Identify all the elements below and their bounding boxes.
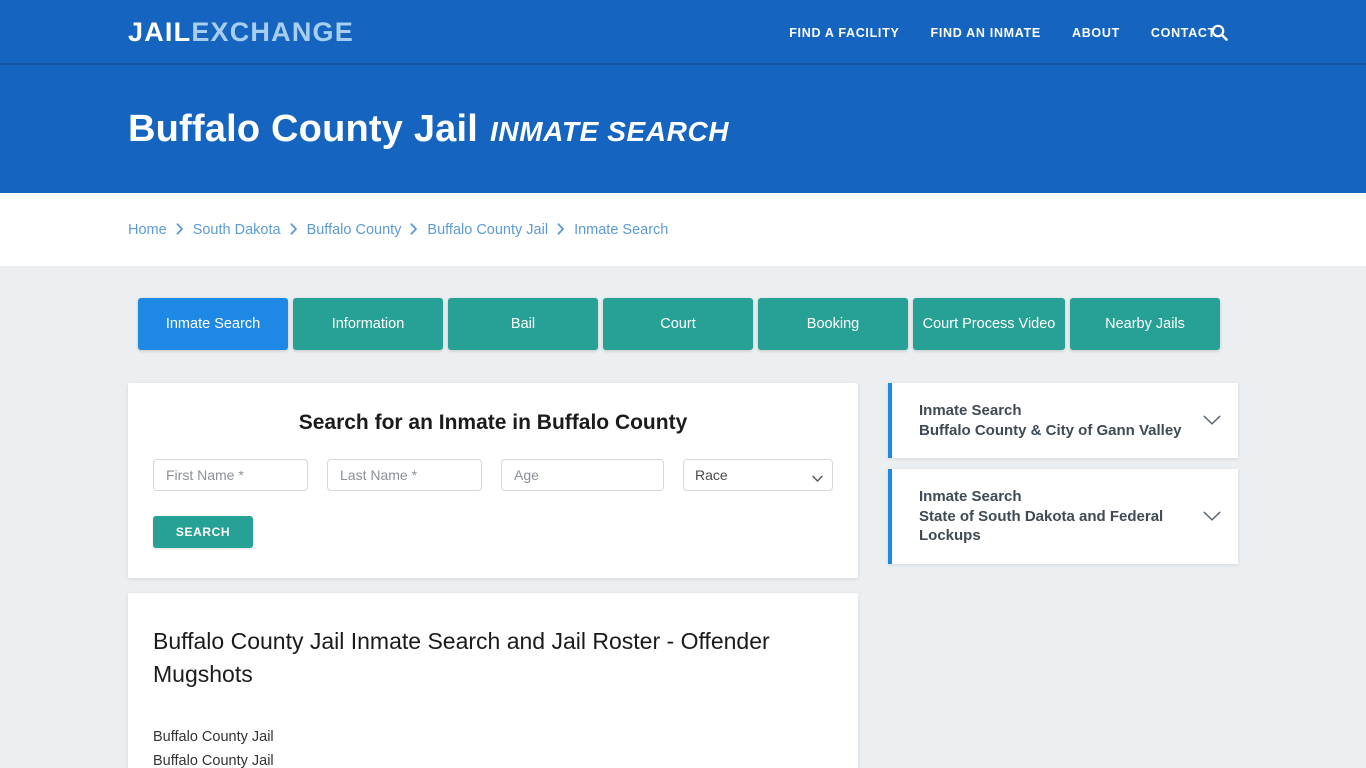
page-body: Inmate Search Information Bail Court Boo… <box>0 266 1366 768</box>
first-name-input[interactable] <box>153 459 308 491</box>
tab-court[interactable]: Court <box>603 298 753 350</box>
nav-item-about[interactable]: ABOUT <box>1072 26 1120 40</box>
inmate-search-card: Search for an Inmate in Buffalo County R… <box>128 383 858 578</box>
tab-court-process-video[interactable]: Court Process Video <box>913 298 1065 350</box>
chevron-right-icon <box>176 222 184 235</box>
accordion-inmate-search-state[interactable]: Inmate Search State of South Dakota and … <box>888 469 1238 564</box>
accordion-subtitle-county: Buffalo County & City of Gann Valley <box>919 421 1182 439</box>
page-subtitle: INMATE SEARCH <box>490 115 730 147</box>
search-form-heading: Search for an Inmate in Buffalo County <box>298 411 688 434</box>
tab-booking[interactable]: Booking <box>758 298 908 350</box>
article-title: Buffalo County Jail Inmate Search and Ja… <box>153 628 770 687</box>
age-input[interactable] <box>501 459 664 491</box>
breadcrumb-item-buffalo-county-jail[interactable]: Buffalo County Jail <box>427 222 548 238</box>
accordion-inmate-search-county[interactable]: Inmate Search Buffalo County & City of G… <box>888 383 1238 458</box>
page-title: Buffalo County Jail <box>128 107 479 150</box>
accordion-subtitle-state: State of South Dakota and Federal Lockup… <box>919 507 1164 545</box>
nav-item-find-a-facility[interactable]: FIND A FACILITY <box>789 26 899 40</box>
logo-text-secondary: EXCHANGE <box>191 17 354 47</box>
main-content-column: Search for an Inmate in Buffalo County R… <box>128 383 858 768</box>
chevron-right-icon <box>410 222 418 235</box>
chevron-down-icon[interactable] <box>1202 506 1222 526</box>
page-hero-banner: Buffalo County Jail INMATE SEARCH <box>0 65 1366 193</box>
accordion-label-county: Inmate Search Buffalo County & City of G… <box>919 401 1202 440</box>
chevron-right-icon <box>290 222 298 235</box>
tab-bail[interactable]: Bail <box>448 298 598 350</box>
article-line-1: Buffalo County Jail <box>153 729 274 746</box>
nav-item-contact[interactable]: CONTACT <box>1151 26 1216 40</box>
breadcrumb-item-south-dakota[interactable]: South Dakota <box>193 222 281 238</box>
breadcrumb-item-home[interactable]: Home <box>128 222 167 238</box>
breadcrumb-item-inmate-search[interactable]: Inmate Search <box>574 222 668 238</box>
article-line-2: Buffalo County Jail <box>153 752 274 768</box>
top-navigation-bar: JAILEXCHANGE FIND A FACILITY FIND AN INM… <box>0 0 1366 65</box>
accordion-title-state: Inmate Search <box>919 488 1022 505</box>
breadcrumb-item-buffalo-county[interactable]: Buffalo County <box>307 222 402 238</box>
tab-information[interactable]: Information <box>293 298 443 350</box>
chevron-right-icon <box>557 222 565 235</box>
chevron-down-icon[interactable] <box>1202 411 1222 431</box>
sidebar: Inmate Search Buffalo County & City of G… <box>888 383 1238 768</box>
search-button[interactable]: SEARCH <box>153 516 253 548</box>
last-name-input[interactable] <box>327 459 482 491</box>
nav-item-find-an-inmate[interactable]: FIND AN INMATE <box>930 26 1040 40</box>
accordion-label-state: Inmate Search State of South Dakota and … <box>919 487 1202 546</box>
article-body: Buffalo County Jail Buffalo County Jail <box>153 726 833 768</box>
accordion-title-county: Inmate Search <box>919 402 1022 419</box>
search-form-fields: Race <box>153 459 833 491</box>
breadcrumb: Home South Dakota Buffalo County Buffalo… <box>128 222 668 238</box>
facility-tab-bar: Inmate Search Information Bail Court Boo… <box>138 298 1238 350</box>
tab-inmate-search[interactable]: Inmate Search <box>138 298 288 350</box>
race-select-wrapper: Race <box>683 459 833 491</box>
tab-nearby-jails[interactable]: Nearby Jails <box>1070 298 1220 350</box>
main-nav-links: FIND A FACILITY FIND AN INMATE ABOUT CON… <box>789 26 1216 40</box>
breadcrumb-bar: Home South Dakota Buffalo County Buffalo… <box>0 193 1366 266</box>
race-select[interactable]: Race <box>683 459 833 491</box>
logo-text-primary: JAIL <box>128 17 192 47</box>
search-icon[interactable] <box>1208 21 1230 43</box>
article-card: Buffalo County Jail Inmate Search and Ja… <box>128 593 858 768</box>
site-logo[interactable]: JAILEXCHANGE <box>128 19 354 46</box>
